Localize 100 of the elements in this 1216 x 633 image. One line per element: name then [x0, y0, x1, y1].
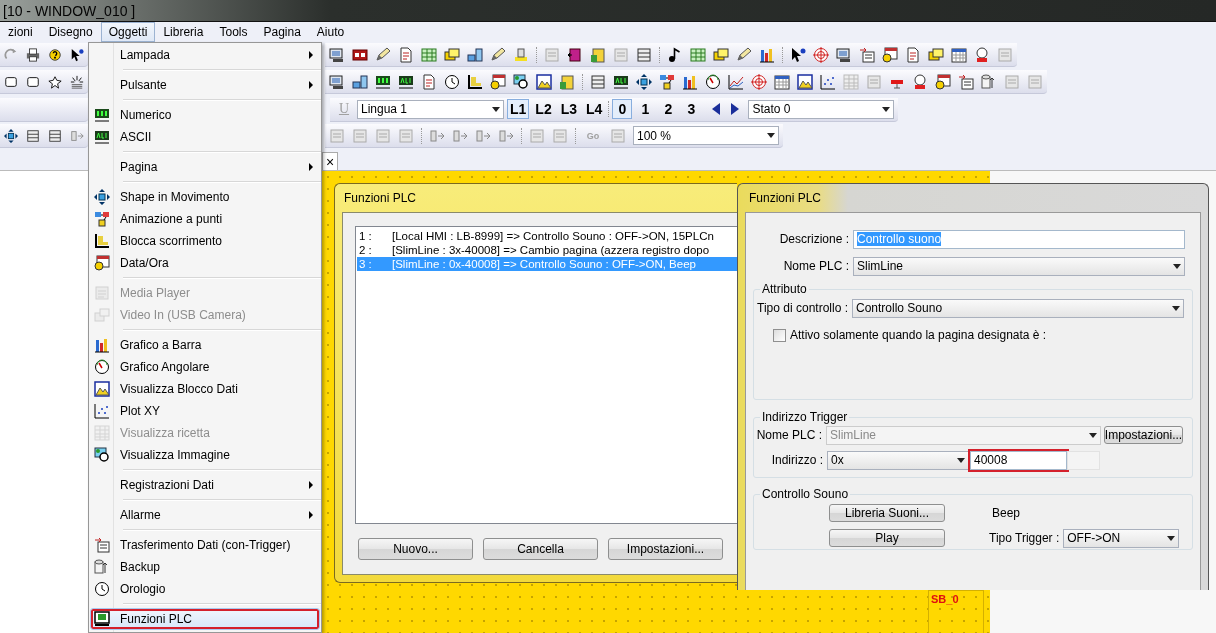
menu-item[interactable]: Pagina [255, 22, 309, 42]
menu-item[interactable]: Lampada [90, 44, 320, 66]
pointer-icon[interactable] [70, 46, 84, 63]
bar-chart-icon[interactable] [759, 46, 775, 63]
text-display-icon[interactable] [613, 73, 629, 90]
list-icon[interactable] [26, 127, 40, 144]
menu-item[interactable]: Backup [90, 556, 320, 578]
address-field[interactable]: 40008 [970, 450, 1067, 470]
menu-item[interactable]: Grafico Angolare [90, 356, 320, 378]
monitor-icon[interactable] [329, 46, 345, 63]
connector-icon[interactable] [352, 73, 368, 90]
dialog-button[interactable]: Cancella [483, 538, 598, 560]
menu-item[interactable]: Aiuto [308, 22, 353, 42]
layer-button[interactable]: L1 [507, 99, 530, 119]
calendar-icon[interactable] [951, 46, 967, 63]
dialog-button[interactable]: Impostazioni... [608, 538, 723, 560]
bar-chart-icon[interactable] [682, 73, 698, 90]
text-display-icon[interactable] [398, 73, 414, 90]
pointer-icon[interactable] [790, 46, 806, 63]
menu-item[interactable]: Oggetti [100, 22, 156, 42]
menu-item[interactable]: ASCII [90, 126, 320, 148]
tag-icon[interactable] [928, 46, 944, 63]
menu-item[interactable]: Grafico a Barra [90, 334, 320, 356]
monitor-icon[interactable] [836, 46, 852, 63]
align-icon[interactable] [475, 127, 491, 144]
list-icon[interactable] [48, 127, 62, 144]
tag-icon[interactable] [713, 46, 729, 63]
list-item[interactable]: 1 : [Local HMI : LB-8999] => Controllo Souno : OFF->ON, 15PLCn [357, 229, 737, 243]
music-note-icon[interactable] [667, 46, 683, 63]
image-icon[interactable] [536, 73, 552, 90]
stamp-icon[interactable] [513, 46, 529, 63]
menu-item[interactable]: Plot XY [90, 400, 320, 422]
state-button[interactable]: 0 [612, 99, 633, 119]
menu-item[interactable]: Pagina [90, 156, 320, 178]
zoom-dropdown[interactable]: 100 % [633, 126, 779, 145]
target-icon[interactable] [813, 46, 829, 63]
menu-item[interactable]: Numerico [90, 104, 320, 126]
menu-item[interactable]: Tools [211, 22, 256, 42]
control-type-dropdown[interactable]: Controllo Souno [852, 298, 1184, 318]
dialog-button[interactable]: Nuovo... [358, 538, 473, 560]
star-icon[interactable] [48, 73, 62, 90]
menu-item[interactable]: zioni [0, 22, 41, 42]
calendar-clock-icon[interactable] [935, 73, 951, 90]
settings-button[interactable]: Impostazioni... [1104, 426, 1183, 444]
menu-item[interactable]: Animazione a punti [90, 208, 320, 230]
menu-item[interactable]: Disegno [40, 22, 101, 42]
gauge-icon[interactable] [705, 73, 721, 90]
state-button[interactable]: 2 [658, 99, 679, 119]
alarm-icon[interactable] [912, 73, 928, 90]
calendar-clock-icon[interactable] [490, 73, 506, 90]
trigger-type-dropdown[interactable]: OFF->ON [1063, 528, 1180, 548]
line-chart-icon[interactable] [728, 73, 744, 90]
grid-icon[interactable] [421, 46, 437, 63]
document-icon[interactable] [398, 46, 414, 63]
menu-item[interactable]: Allarme [90, 504, 320, 526]
next-icon[interactable] [731, 103, 740, 115]
list-icon[interactable] [636, 46, 652, 63]
menu-item[interactable]: Libreria [155, 22, 212, 42]
book-icon[interactable] [567, 46, 583, 63]
address-type-dropdown[interactable]: 0x [827, 450, 969, 470]
state-dropdown[interactable]: Stato 0 [748, 99, 895, 119]
language-dropdown[interactable]: Lingua 1 [357, 99, 504, 119]
menu-item[interactable]: Visualizza Immagine [90, 444, 320, 466]
alarm-icon[interactable] [974, 46, 990, 63]
menu-item[interactable]: Orologio [90, 578, 320, 600]
previous-icon[interactable] [712, 103, 721, 115]
animation-icon[interactable] [659, 73, 675, 90]
layer-button[interactable]: L3 [557, 99, 581, 119]
align-icon[interactable] [452, 127, 468, 144]
clock-icon[interactable] [444, 73, 460, 90]
target-icon[interactable] [751, 73, 767, 90]
checkbox[interactable] [773, 328, 786, 342]
menu-item[interactable]: Shape in Movimento [90, 186, 320, 208]
chip-icon[interactable] [352, 46, 368, 63]
numeric-display-icon[interactable] [375, 73, 391, 90]
move-arrows-icon[interactable] [636, 73, 652, 90]
layer-button[interactable]: L2 [532, 99, 555, 119]
help-icon[interactable] [48, 46, 62, 63]
align-icon[interactable] [498, 127, 514, 144]
ruler-icon[interactable] [467, 73, 483, 90]
menu-item[interactable]: Visualizza Blocco Dati [90, 378, 320, 400]
pencil-icon[interactable] [736, 46, 752, 63]
building-icon[interactable] [559, 73, 575, 90]
menu-item[interactable]: Funzioni PLC [90, 608, 320, 630]
menu-item[interactable]: Data/Ora [90, 252, 320, 274]
scatter-plot-icon[interactable] [820, 73, 836, 90]
state-button[interactable]: 1 [635, 99, 656, 119]
menu-item[interactable]: Trasferimento Dati (con-Trigger) [90, 534, 320, 556]
transfer-icon[interactable] [958, 73, 974, 90]
align-icon[interactable] [429, 127, 445, 144]
plc-name-dropdown[interactable]: SlimLine [853, 256, 1185, 276]
image-search-icon[interactable] [513, 73, 529, 90]
sound-library-button[interactable]: Libreria Suoni... [829, 504, 945, 522]
move-arrows-icon[interactable] [4, 127, 18, 144]
pencil-icon[interactable] [375, 46, 391, 63]
state-button[interactable]: 3 [681, 99, 702, 119]
tag-icon[interactable] [444, 46, 460, 63]
printer-icon[interactable] [26, 46, 40, 63]
calendar-clock-icon[interactable] [882, 46, 898, 63]
menu-item[interactable]: Blocca scorrimento [90, 230, 320, 252]
